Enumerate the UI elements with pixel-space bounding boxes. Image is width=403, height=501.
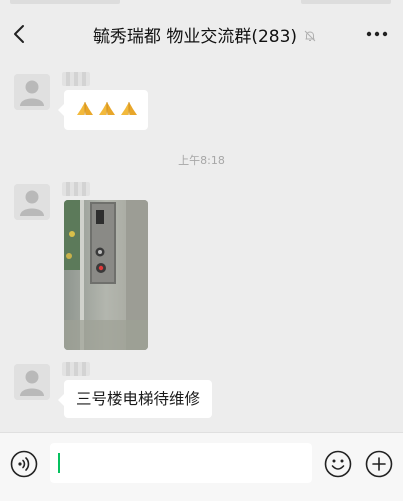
chevron-left-icon — [14, 25, 24, 43]
voice-button[interactable] — [10, 450, 38, 478]
text-cursor — [58, 453, 60, 473]
plus-icon — [365, 450, 393, 478]
avatar[interactable] — [14, 74, 50, 110]
voice-icon — [10, 450, 38, 478]
chat-title: 毓秀瑞都 物业交流群(283) — [92, 27, 298, 47]
image-message[interactable] — [64, 200, 148, 350]
message-input[interactable] — [50, 443, 312, 483]
folded-hands-emoji-icon — [121, 102, 137, 115]
text-message-bubble[interactable]: 三号楼电梯待维修 — [57, 380, 213, 418]
sender-name-blurred — [62, 72, 90, 86]
smile-icon — [324, 450, 352, 478]
emoji-button[interactable] — [324, 450, 352, 478]
default-avatar-icon — [14, 184, 50, 220]
more-button[interactable] — [363, 22, 391, 46]
sender-name-blurred — [62, 182, 90, 196]
status-bar-left — [10, 0, 120, 4]
folded-hands-emoji-icon — [99, 102, 115, 115]
emoji-message-bubble[interactable] — [58, 90, 148, 130]
emoji-row — [76, 100, 138, 118]
chat-header: 毓秀瑞都 物业交流群(283) — [0, 8, 403, 60]
status-bar-right — [301, 0, 391, 4]
sender-name-blurred — [62, 362, 90, 376]
message-list[interactable]: 上午8:18 三号楼电梯待维修 — [0, 60, 403, 430]
avatar[interactable] — [14, 184, 50, 220]
folded-hands-emoji-icon — [77, 102, 93, 115]
elevator-button-panel-photo — [64, 200, 148, 350]
chat-title-area: 毓秀瑞都 物业交流群(283) — [80, 22, 330, 47]
input-bar — [0, 432, 403, 501]
default-avatar-icon — [14, 364, 50, 400]
back-button[interactable] — [8, 20, 32, 48]
avatar[interactable] — [14, 364, 50, 400]
plus-button[interactable] — [365, 450, 393, 478]
status-bar — [0, 0, 403, 8]
more-icon — [366, 31, 388, 37]
default-avatar-icon — [14, 74, 50, 110]
bell-off-icon — [304, 30, 316, 42]
message-timestamp: 上午8:18 — [178, 154, 225, 167]
